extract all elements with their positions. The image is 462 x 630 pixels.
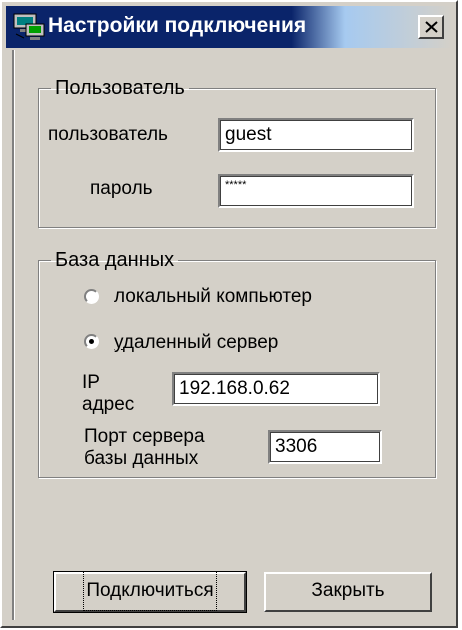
port-label-line2: базы данных [84, 448, 199, 469]
close-button-label: Закрыть [311, 580, 385, 601]
title-bar[interactable]: Настройки подключения [6, 6, 452, 48]
radio-local-computer[interactable] [84, 289, 99, 304]
user-group-legend: Пользователь [55, 77, 185, 99]
port-input[interactable]: 3306 [268, 430, 382, 464]
user-label: пользователь [48, 124, 168, 145]
close-window-button[interactable] [418, 15, 444, 39]
close-icon [425, 21, 438, 33]
database-group-legend: База данных [55, 249, 175, 271]
ip-label-line1: IP [82, 372, 100, 393]
radio-local-label[interactable]: локальный компьютер [114, 286, 312, 308]
radio-remote-server[interactable] [84, 334, 99, 349]
password-label: пароль [90, 178, 153, 199]
network-computer-icon [12, 12, 46, 42]
ip-address-input[interactable]: 192.168.0.62 [172, 372, 380, 406]
username-input[interactable]: guest [218, 118, 414, 152]
ip-label-line2: адрес [82, 394, 135, 415]
connect-button[interactable]: Подключиться [53, 571, 247, 613]
radio-selected-dot [89, 339, 94, 344]
window-title: Настройки подключения [48, 14, 307, 37]
port-label-line1: Порт сервера [84, 426, 205, 447]
connection-settings-window: Настройки подключения Пользователь польз… [0, 0, 458, 628]
connect-button-label: Подключиться [83, 571, 217, 611]
close-button[interactable]: Закрыть [264, 572, 432, 612]
client-edge-divider [12, 50, 15, 620]
password-input[interactable]: ***** [218, 174, 414, 208]
radio-remote-label[interactable]: удаленный сервер [114, 332, 278, 354]
